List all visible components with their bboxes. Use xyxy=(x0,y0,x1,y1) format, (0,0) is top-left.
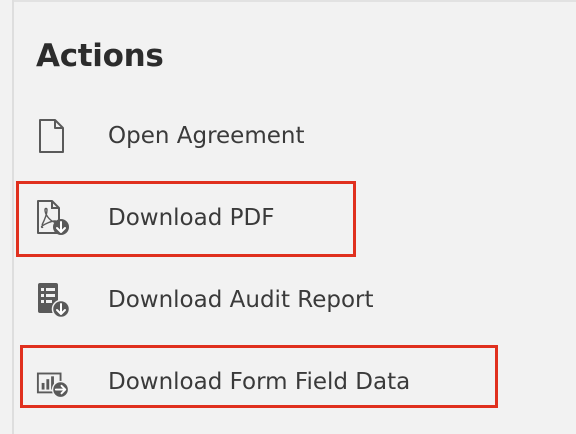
download-audit-report-label: Download Audit Report xyxy=(108,287,374,313)
panel-left-border xyxy=(12,0,14,434)
document-icon xyxy=(36,117,70,155)
panel-top-border xyxy=(12,0,576,2)
audit-report-download-icon xyxy=(36,281,70,319)
open-agreement-action[interactable]: Open Agreement xyxy=(36,114,536,158)
download-pdf-label: Download PDF xyxy=(108,205,275,231)
download-audit-report-action[interactable]: Download Audit Report xyxy=(36,278,536,322)
download-form-field-data-label: Download Form Field Data xyxy=(108,369,411,395)
actions-heading: Actions xyxy=(36,38,164,74)
pdf-download-icon xyxy=(36,199,70,237)
download-pdf-action[interactable]: Download PDF xyxy=(36,196,536,240)
download-form-field-data-action[interactable]: Download Form Field Data xyxy=(36,360,536,404)
form-data-download-icon xyxy=(36,363,70,401)
open-agreement-label: Open Agreement xyxy=(108,123,305,149)
